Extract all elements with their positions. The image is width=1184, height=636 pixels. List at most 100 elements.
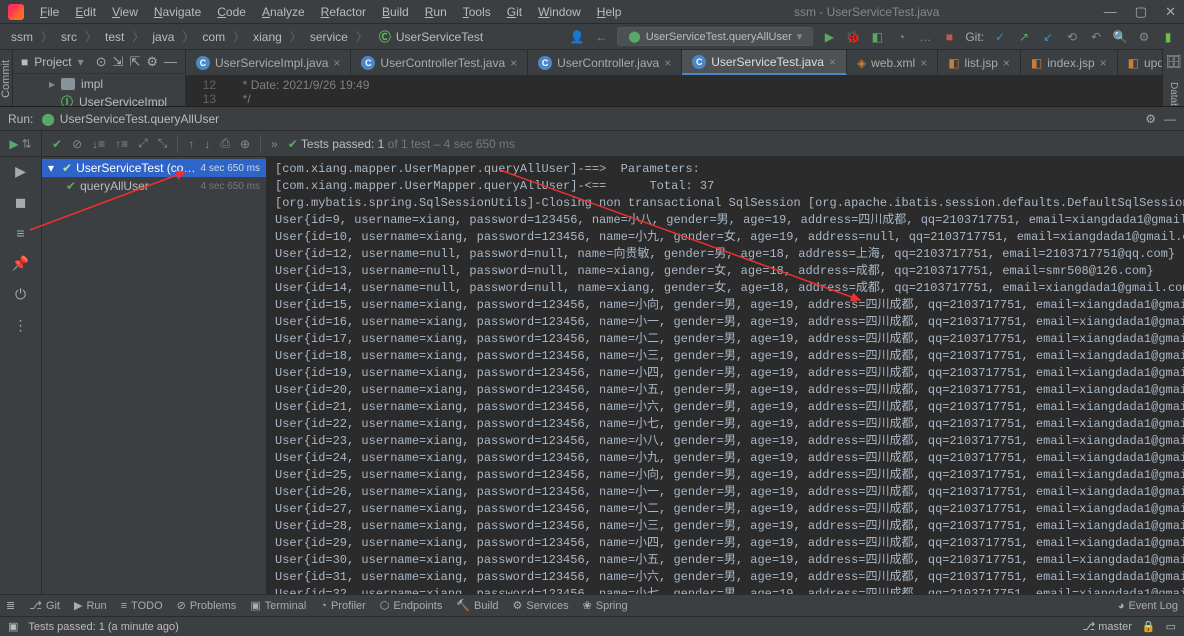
bottom-tab-spring[interactable]: ❀Spring [583,599,628,612]
menu-build[interactable]: Build [374,5,417,19]
minimize-icon[interactable]: — [1104,4,1117,20]
debug-icon[interactable]: 🐞 [845,29,861,45]
tw-menu-icon[interactable]: ≣ [6,599,15,612]
run-hide-icon[interactable]: — [1164,112,1176,126]
bottom-tab-problems[interactable]: ⊘Problems [177,599,237,612]
close-tab-icon[interactable]: × [1100,56,1107,70]
expand-all-icon[interactable]: ⤢ [138,136,148,151]
menu-run[interactable]: Run [417,5,455,19]
hide-icon[interactable]: — [164,54,177,69]
import-icon[interactable]: ⊕ [240,137,250,151]
status-extra-icon[interactable]: ▭ [1166,620,1176,633]
breadcrumb-seg[interactable]: com [199,30,228,44]
git-branch[interactable]: ⎇ master [1083,620,1132,633]
bottom-tab-run[interactable]: ▶Run [74,599,107,612]
database-icon[interactable]: 🗄 [1165,54,1182,70]
bottom-tab-terminal[interactable]: ▣Terminal [250,599,306,612]
close-tab-icon[interactable]: × [333,56,340,70]
editor-tab[interactable]: UserServiceImpl.java× [186,50,351,75]
prev-icon[interactable]: ↑ [188,137,194,151]
breadcrumb-seg[interactable]: test [102,30,127,44]
gear-icon[interactable]: ⚙ [146,54,158,70]
profile-icon[interactable]: ◔ [893,29,909,45]
toggle-icon[interactable]: ⇅ [22,137,32,151]
editor-tab[interactable]: UserController.java× [528,50,682,75]
console-output[interactable]: [com.xiang.mapper.UserMapper.queryAllUse… [267,157,1184,616]
settings-icon[interactable]: ⚙ [1136,29,1152,45]
git-update-icon[interactable]: ✓ [992,29,1008,45]
breadcrumb-seg[interactable]: service [307,30,351,44]
rerun-icon[interactable]: ▶ [9,137,18,151]
collapse-all-icon[interactable]: ⤡ [158,136,168,151]
close-tab-icon[interactable]: × [664,56,671,70]
run-icon[interactable]: ▶ [821,29,837,45]
breadcrumb-class[interactable]: ⒸUserServiceTest [373,28,486,45]
layout-icon[interactable]: ≡ [16,225,24,241]
pin-icon[interactable]: 📌 [12,255,29,272]
run-config-selector[interactable]: ⬤ UserServiceTest.queryAllUser ▾ [617,27,813,46]
menu-edit[interactable]: Edit [67,5,104,19]
bottom-tab-todo[interactable]: ≡TODO [121,599,163,612]
menu-window[interactable]: Window [530,5,589,19]
menu-navigate[interactable]: Navigate [146,5,209,19]
target-icon[interactable]: ⊙ [96,54,107,70]
breadcrumb[interactable]: ssm〉src〉test〉java〉com〉xiang〉service〉ⒸUse… [8,28,569,45]
left-tab-commit[interactable]: Commit [0,54,12,104]
menu-refactor[interactable]: Refactor [313,5,374,19]
bottom-tab-profiler[interactable]: ◔Profiler [320,599,366,612]
test-row[interactable]: ✔queryAllUser4 sec 650 ms [42,177,266,195]
editor-tab[interactable]: UserControllerTest.java× [351,50,528,75]
next-icon[interactable]: ↓ [204,137,210,151]
menu-view[interactable]: View [104,5,146,19]
plugin-icon[interactable]: ▮ [1160,29,1176,45]
breadcrumb-seg[interactable]: java [149,30,177,44]
expand-icon[interactable]: ⇱ [129,54,140,70]
rollback-icon[interactable]: ↶ [1088,29,1104,45]
stop2-icon[interactable]: ◼ [15,194,27,211]
stop-icon[interactable]: ■ [941,29,957,45]
breadcrumb-seg[interactable]: src [58,30,80,44]
fail-filter-icon[interactable]: ⊘ [72,137,82,151]
close-tab-icon[interactable]: × [920,56,927,70]
rerun2-icon[interactable]: ▶ [15,163,26,180]
back-icon[interactable]: ← [593,29,609,45]
attach-icon[interactable]: … [917,29,933,45]
close-tab-icon[interactable]: × [1003,56,1010,70]
menu-git[interactable]: Git [499,5,530,19]
bottom-tab-git[interactable]: ⎇Git [29,599,60,612]
menu-tools[interactable]: Tools [455,5,499,19]
exit-icon[interactable]: ⏻ [15,286,26,303]
editor-tab[interactable]: web.xml× [847,50,938,75]
export-icon[interactable]: ⎙ [220,136,230,151]
test-row[interactable]: ▾✔UserServiceTest (com.xiang.ser4 sec 65… [42,159,266,177]
project-title[interactable]: Project [34,55,71,69]
pass-filter-icon[interactable]: ✔ [52,137,62,151]
git-push-icon[interactable]: ↗ [1016,29,1032,45]
bottom-tab-endpoints[interactable]: ⬡Endpoints [380,599,443,612]
coverage-icon[interactable]: ◧ [869,29,885,45]
more-icon[interactable]: ⋮ [14,317,28,334]
user-icon[interactable]: 👤 [569,29,585,45]
event-log-button[interactable]: ◕Event Log [1118,600,1178,612]
close-tab-icon[interactable]: × [829,55,836,69]
sort-icon[interactable]: ↓≡ [92,137,105,151]
search-icon[interactable]: 🔍 [1112,29,1128,45]
close-tab-icon[interactable]: × [510,56,517,70]
menu-code[interactable]: Code [209,5,254,19]
editor-tab[interactable]: index.jsp× [1021,50,1118,75]
editor-tab[interactable]: UserServiceTest.java× [682,50,847,75]
menu-analyze[interactable]: Analyze [254,5,313,19]
breadcrumb-seg[interactable]: xiang [250,30,285,44]
editor-tab[interactable]: list.jsp× [938,50,1021,75]
maximize-icon[interactable]: ▢ [1135,4,1147,20]
menu-help[interactable]: Help [589,5,630,19]
bottom-tab-build[interactable]: 🔨Build [456,599,498,612]
breadcrumb-seg[interactable]: ssm [8,30,36,44]
sort2-icon[interactable]: ↑≡ [115,137,128,151]
menu-file[interactable]: File [32,5,67,19]
collapse-icon[interactable]: ⇲ [113,54,124,70]
run-config-name[interactable]: ⬤ UserServiceTest.queryAllUser [41,112,219,126]
bottom-tab-services[interactable]: ⚙Services [513,599,569,612]
run-settings-icon[interactable]: ⚙ [1145,112,1156,126]
close-icon[interactable]: ✕ [1165,4,1176,20]
